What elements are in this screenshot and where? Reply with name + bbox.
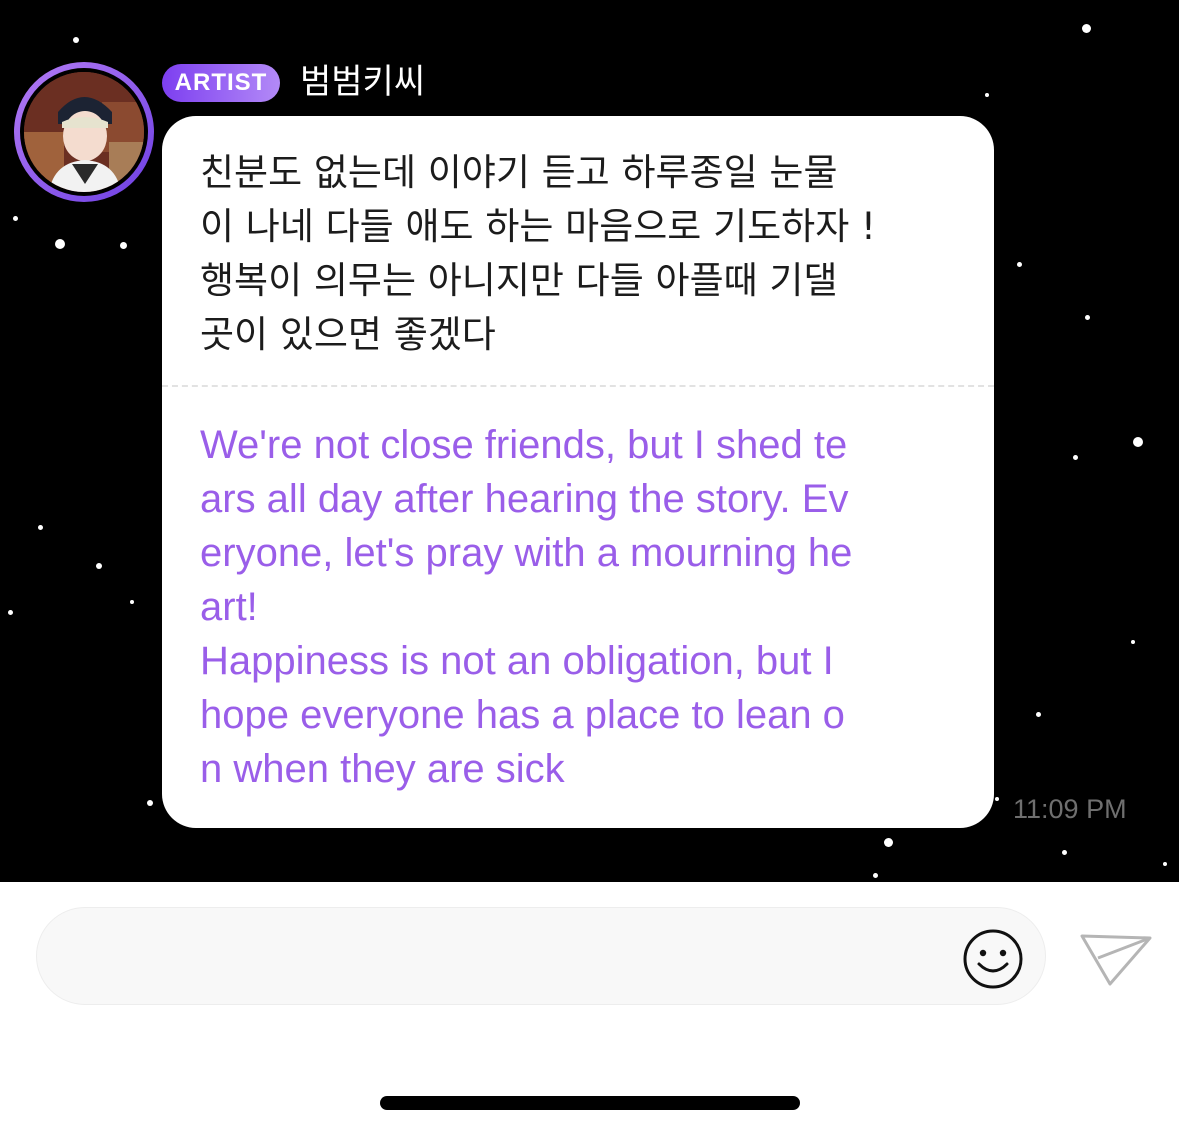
translation-divider [162, 385, 994, 387]
chat-area: ARTIST 범범키씨 친분도 없는데 이야기 듣고 하루종일 눈물 이 나네 … [0, 0, 1179, 882]
sender-name[interactable]: 범범키씨 [300, 60, 425, 104]
profile-photo [24, 72, 144, 192]
paper-plane-icon[interactable] [1078, 928, 1154, 988]
smiley-face-icon[interactable] [962, 928, 1024, 990]
avatar[interactable] [14, 62, 154, 202]
artist-badge: ARTIST [162, 64, 280, 102]
message-original-text: 친분도 없는데 이야기 듣고 하루종일 눈물 이 나네 다들 애도 하는 마음으… [200, 151, 876, 356]
message-translated-text: We're not close friends, but I shed te a… [200, 423, 853, 791]
message-bubble[interactable]: 친분도 없는데 이야기 듣고 하루종일 눈물 이 나네 다들 애도 하는 마음으… [162, 116, 994, 828]
home-indicator [380, 1096, 800, 1110]
message-input[interactable] [36, 907, 1046, 1005]
message-timestamp: 11:09 PM [1013, 794, 1127, 824]
